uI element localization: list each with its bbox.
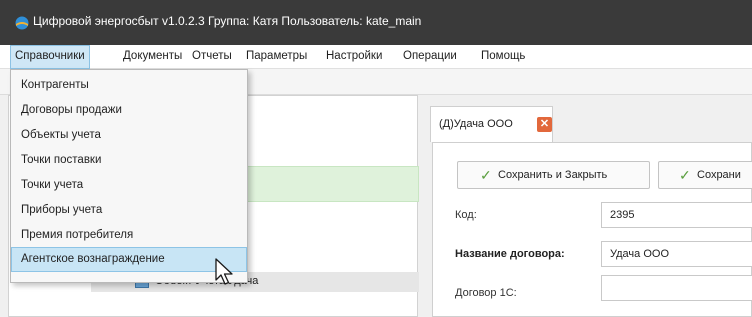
contract-name-label: Название договора: [455, 248, 565, 260]
menu-documents[interactable]: Документы [119, 45, 186, 69]
menu-item-consumer-bonus[interactable]: Премия потребителя [11, 223, 247, 248]
checkmark-icon: ✓ [480, 167, 492, 183]
save-label: Сохрани [697, 169, 741, 181]
contract-name-field[interactable]: Удача ООО [601, 241, 752, 267]
contract-1c-label: Договор 1С: [455, 287, 517, 299]
menu-item-counterparties[interactable]: Контрагенты [11, 73, 247, 98]
menu-settings[interactable]: Настройки [322, 45, 386, 69]
menu-item-metering-objects[interactable]: Объекты учета [11, 123, 247, 148]
code-field[interactable]: 2395 [601, 202, 752, 228]
title-bar: Цифровой энергосбыт v1.0.2.3 Группа: Кат… [0, 0, 752, 45]
menu-operations[interactable]: Операции [399, 45, 461, 69]
contract-1c-field[interactable] [601, 275, 752, 301]
menu-reports[interactable]: Отчеты [188, 45, 236, 69]
menu-parameters[interactable]: Параметры [242, 45, 311, 69]
save-and-close-button[interactable]: ✓ Сохранить и Закрыть [457, 161, 650, 189]
close-tab-icon[interactable]: ✕ [537, 117, 552, 132]
save-and-close-label: Сохранить и Закрыть [498, 169, 608, 181]
checkmark-icon: ✓ [679, 167, 691, 183]
document-form: ✓ Сохранить и Закрыть ✓ Сохрани Код: 239… [432, 142, 752, 317]
menu-item-meters[interactable]: Приборы учета [11, 198, 247, 223]
mouse-pointer-icon [215, 258, 233, 285]
document-tab[interactable]: (Д)Удача ООО ✕ [430, 106, 553, 142]
window-title: Цифровой энергосбыт v1.0.2.3 Группа: Кат… [33, 14, 422, 28]
menu-item-metering-points[interactable]: Точки учета [11, 173, 247, 198]
references-dropdown-menu: Контрагенты Договоры продажи Объекты уче… [10, 69, 248, 283]
document-tab-label: (Д)Удача ООО [439, 118, 513, 130]
code-label: Код: [455, 209, 477, 221]
selected-tree-row[interactable] [239, 166, 419, 202]
menu-item-agent-fee[interactable]: Агентское вознаграждение [11, 247, 247, 272]
menu-bar: Справочники Документы Отчеты Параметры Н… [0, 45, 752, 69]
menu-item-sales-contracts[interactable]: Договоры продажи [11, 98, 247, 123]
save-button[interactable]: ✓ Сохрани [658, 161, 752, 189]
menu-item-delivery-points[interactable]: Точки поставки [11, 148, 247, 173]
menu-references[interactable]: Справочники [10, 45, 90, 69]
app-logo-icon [15, 16, 29, 30]
menu-help[interactable]: Помощь [477, 45, 529, 69]
